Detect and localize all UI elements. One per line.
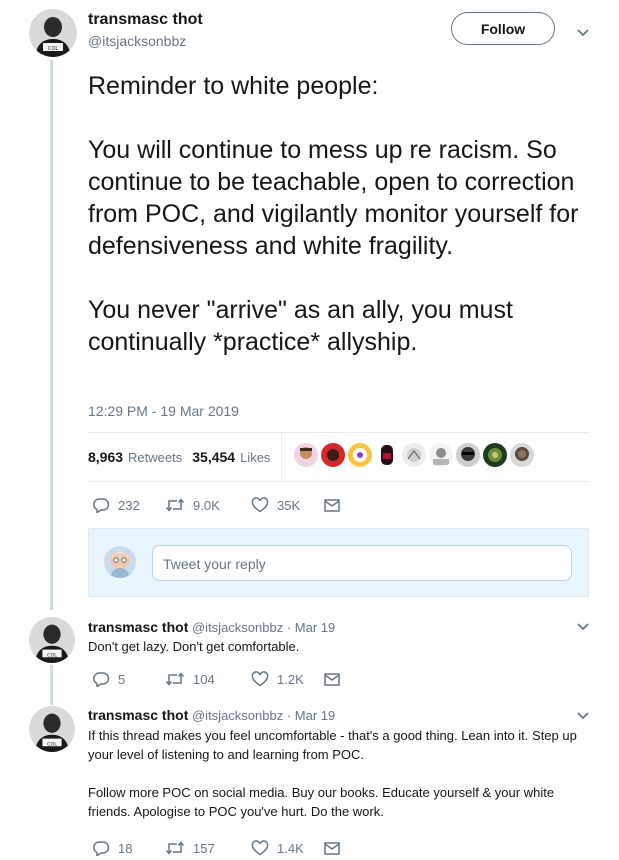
author-avatar[interactable]: COL — [29, 9, 77, 57]
tweet-paragraph: You will continue to mess up re racism. … — [88, 136, 579, 260]
author-name[interactable]: transmasc thot — [88, 707, 188, 723]
chevron-down-icon[interactable] — [576, 622, 590, 632]
liker-avatar[interactable] — [429, 443, 453, 467]
like-button[interactable]: 35K — [251, 497, 323, 513]
liker-avatar[interactable] — [348, 443, 372, 467]
message-button[interactable] — [323, 671, 349, 687]
svg-text:COL: COL — [47, 652, 57, 658]
divider — [281, 433, 282, 480]
like-count: 35K — [277, 497, 301, 513]
thread-line — [50, 60, 53, 610]
tweet-paragraph: Follow more POC on social media. Buy our… — [88, 785, 555, 819]
liker-avatar[interactable] — [510, 443, 534, 467]
tweet-timestamp[interactable]: 12:29 PM - 19 Mar 2019 — [88, 403, 239, 419]
tweet-date[interactable]: · Mar 19 — [287, 620, 335, 635]
likes-label: Likes — [240, 450, 271, 465]
heart-icon — [251, 671, 269, 687]
reply-button[interactable]: 232 — [92, 497, 165, 513]
liker-avatar[interactable] — [294, 443, 318, 467]
message-button[interactable] — [323, 840, 349, 856]
divider — [88, 432, 590, 433]
reply-icon — [93, 672, 110, 687]
envelope-icon — [324, 673, 340, 686]
tweet-stats: 8,963 Retweets 35,454 Likes — [88, 449, 280, 465]
retweets-stat[interactable]: 8,963 Retweets — [88, 449, 182, 465]
user-avatar[interactable] — [104, 546, 136, 578]
reply-input[interactable]: Tweet your reply — [152, 545, 572, 581]
follow-button[interactable]: Follow — [451, 12, 555, 45]
liker-avatar[interactable] — [321, 443, 345, 467]
tweet-paragraph: Reminder to white people: — [88, 72, 379, 100]
liker-avatar[interactable] — [375, 443, 399, 467]
retweet-count: 9.0K — [193, 497, 220, 513]
tweet-text: Reminder to white people: You will conti… — [88, 70, 588, 358]
retweets-label: Retweets — [128, 450, 183, 465]
retweet-button[interactable]: 104 — [165, 671, 251, 687]
author-handle[interactable]: @itsjacksonbbz — [192, 620, 283, 635]
heart-icon — [251, 840, 269, 856]
author-name[interactable]: transmasc thot — [88, 619, 188, 635]
reply-count: 5 — [118, 671, 126, 687]
author-handle[interactable]: @itsjacksonbbz — [88, 33, 203, 49]
author-handle[interactable]: @itsjacksonbbz — [192, 708, 283, 723]
retweet-icon — [165, 498, 185, 512]
retweets-count: 8,963 — [88, 449, 124, 465]
reply-header: transmasc thot @itsjacksonbbz · Mar 19 — [88, 707, 335, 723]
tweet-date[interactable]: · Mar 19 — [287, 708, 335, 723]
chevron-down-icon[interactable] — [576, 28, 590, 38]
liker-avatar[interactable] — [483, 443, 507, 467]
tweet-paragraph: You never "arrive" as an ally, you must … — [88, 296, 513, 356]
envelope-icon — [324, 842, 340, 855]
message-button[interactable] — [323, 497, 349, 513]
retweet-button[interactable]: 157 — [165, 840, 251, 856]
like-count: 1.4K — [277, 840, 304, 856]
likes-stat[interactable]: 35,454 Likes — [192, 449, 270, 465]
envelope-icon — [324, 499, 340, 512]
tweet-actions: 5 104 1.2K — [92, 671, 349, 687]
like-button[interactable]: 1.4K — [251, 840, 323, 856]
retweet-count: 157 — [193, 840, 215, 856]
svg-text:COL: COL — [47, 741, 57, 747]
liker-avatar[interactable] — [402, 443, 426, 467]
reply-button[interactable]: 18 — [92, 840, 165, 856]
thread-line — [50, 665, 53, 705]
liker-avatar[interactable] — [456, 443, 480, 467]
reply-button[interactable]: 5 — [92, 671, 165, 687]
heart-icon — [251, 497, 269, 513]
like-count: 1.2K — [277, 671, 304, 687]
author-avatar[interactable]: COL — [29, 617, 75, 663]
likers-avatars — [294, 443, 537, 467]
like-button[interactable]: 1.2K — [251, 671, 323, 687]
divider — [88, 481, 590, 482]
retweet-count: 104 — [193, 671, 215, 687]
tweet-paragraph: Don't get lazy. Don't get comfortable. — [88, 639, 300, 654]
reply-icon — [93, 498, 110, 513]
reply-text: If this thread makes you feel uncomforta… — [88, 726, 598, 821]
likes-count: 35,454 — [192, 449, 236, 465]
reply-text: Don't get lazy. Don't get comfortable. — [88, 637, 598, 656]
retweet-button[interactable]: 9.0K — [165, 497, 251, 513]
tweet-actions: 232 9.0K 35K — [92, 497, 349, 513]
author-avatar[interactable]: COL — [29, 706, 75, 752]
tweet-paragraph: If this thread makes you feel uncomforta… — [88, 728, 577, 762]
reply-count: 232 — [118, 497, 140, 513]
retweet-icon — [165, 672, 185, 686]
reply-header: transmasc thot @itsjacksonbbz · Mar 19 — [88, 619, 335, 635]
reply-icon — [93, 841, 110, 856]
chevron-down-icon[interactable] — [576, 711, 590, 721]
tweet-actions: 18 157 1.4K — [92, 840, 349, 856]
reply-count: 18 — [118, 840, 133, 856]
retweet-icon — [165, 841, 185, 855]
svg-text:COL: COL — [48, 46, 58, 52]
author-name[interactable]: transmasc thot — [88, 11, 203, 29]
